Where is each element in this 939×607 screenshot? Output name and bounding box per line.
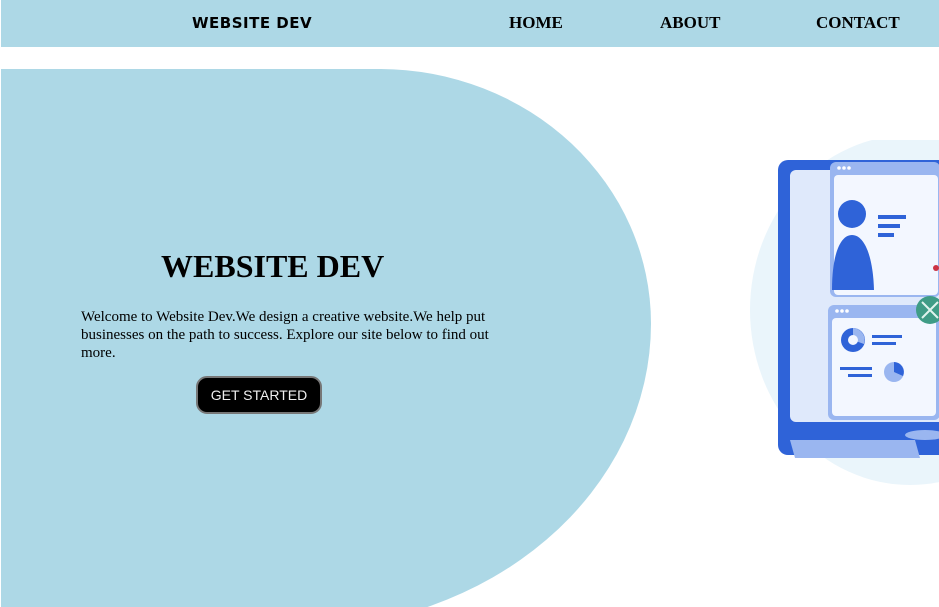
navbar: WEBSITE DEV HOME ABOUT CONTACT [1, 0, 939, 47]
site-logo[interactable]: WEBSITE DEV [192, 14, 312, 32]
hero-description: Welcome to Website Dev.We design a creat… [81, 309, 489, 361]
page: WEBSITE DEV HOME ABOUT CONTACT WEBSITE D… [0, 0, 939, 607]
nav-link-contact[interactable]: CONTACT [816, 13, 900, 33]
hero-title: WEBSITE DEV [161, 248, 385, 284]
nav-link-home[interactable]: HOME [509, 13, 563, 33]
computer-dashboard-illustration [750, 140, 939, 485]
get-started-button[interactable]: GET STARTED [196, 376, 322, 414]
nav-link-about[interactable]: ABOUT [660, 13, 720, 33]
